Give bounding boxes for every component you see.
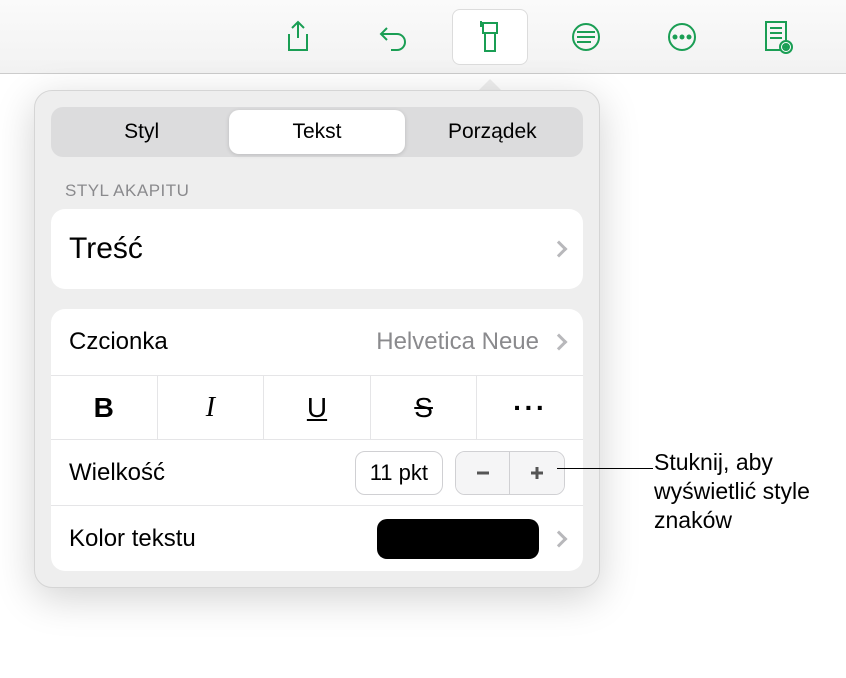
minus-icon [473,463,493,483]
font-name: Helvetica Neue [376,328,539,356]
font-row[interactable]: Czcionka Helvetica Neue [51,309,583,375]
tab-arrange[interactable]: Porządek [405,110,580,154]
chevron-right-icon [551,241,568,258]
callout-text: Stuknij, aby wyświetlić style znaków [654,448,834,534]
format-tabs: Styl Tekst Porządek [51,107,583,157]
text-color-row[interactable]: Kolor tekstu [51,505,583,571]
more-text-options-button[interactable]: ··· [477,376,583,439]
bold-button[interactable]: B [51,376,158,439]
size-increase-button[interactable] [510,452,564,494]
size-label: Wielkość [69,459,165,487]
font-label: Czcionka [69,328,168,356]
size-row: Wielkość 11 pkt [51,439,583,505]
plus-icon [527,463,547,483]
insert-button[interactable] [548,9,624,65]
strikethrough-button[interactable]: S [371,376,478,439]
font-card: Czcionka Helvetica Neue B I U S ··· Wiel… [51,309,583,571]
font-format-row: B I U S ··· [51,375,583,439]
format-popover: Styl Tekst Porządek STYL AKAPITU Treść C… [34,90,600,588]
underline-button[interactable]: U [264,376,371,439]
view-options-button[interactable] [740,9,816,65]
format-button[interactable] [452,9,528,65]
text-color-swatch[interactable] [377,519,539,559]
paragraph-style-row[interactable]: Treść [51,209,583,289]
undo-button[interactable] [356,9,432,65]
italic-button[interactable]: I [158,376,265,439]
paragraph-style-value: Treść [69,232,143,266]
size-stepper [455,451,565,495]
tab-style[interactable]: Styl [54,110,229,154]
chevron-right-icon [551,530,568,547]
size-value[interactable]: 11 pkt [355,451,443,495]
text-color-label: Kolor tekstu [69,525,196,553]
paragraph-style-card: Treść [51,209,583,289]
callout-line [557,468,653,469]
share-button[interactable] [260,9,336,65]
more-button[interactable] [644,9,720,65]
chevron-right-icon [551,334,568,351]
size-decrease-button[interactable] [456,452,510,494]
tab-text[interactable]: Tekst [229,110,404,154]
paragraph-style-header: STYL AKAPITU [65,181,583,201]
app-toolbar [0,0,846,74]
